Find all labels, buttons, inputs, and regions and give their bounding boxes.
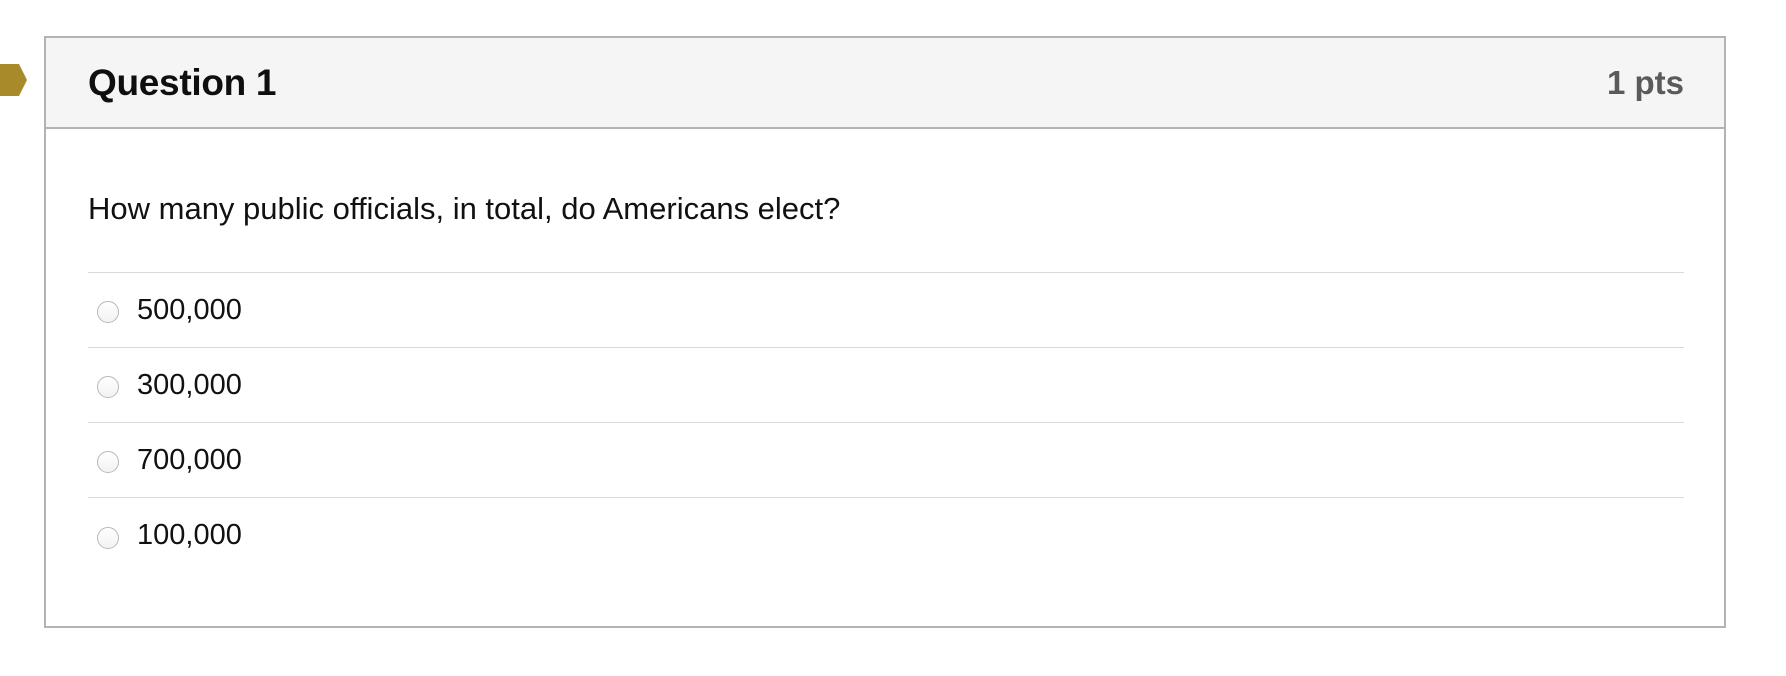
question-text: How many public officials, in total, do …: [88, 191, 841, 226]
radio-unchecked-icon[interactable]: [97, 301, 119, 323]
answer-option-3[interactable]: 700,000: [88, 423, 1684, 498]
answer-option-1[interactable]: 500,000: [88, 273, 1684, 348]
answer-label[interactable]: 100,000: [137, 519, 242, 552]
answer-label[interactable]: 300,000: [137, 369, 242, 402]
answer-label[interactable]: 500,000: [137, 294, 242, 327]
radio-unchecked-icon[interactable]: [97, 526, 119, 549]
question-header: Question 1 1 pts: [46, 38, 1724, 129]
radio-unchecked-icon[interactable]: [97, 451, 119, 473]
question-card: Question 1 1 pts How many public officia…: [44, 36, 1726, 628]
flag-marker-icon[interactable]: [0, 64, 27, 96]
question-title: Question 1: [88, 61, 277, 103]
answer-option-4[interactable]: 100,000: [88, 498, 1684, 573]
answer-list: 500,000 300,000 700,000 100,000: [88, 272, 1684, 573]
quiz-page: Question 1 1 pts How many public officia…: [0, 0, 1786, 676]
answer-label[interactable]: 700,000: [137, 444, 242, 477]
answer-option-2[interactable]: 300,000: [88, 348, 1684, 423]
question-body: How many public officials, in total, do …: [46, 129, 1724, 573]
radio-unchecked-icon[interactable]: [97, 376, 119, 398]
question-points: 1 pts: [1606, 63, 1684, 101]
